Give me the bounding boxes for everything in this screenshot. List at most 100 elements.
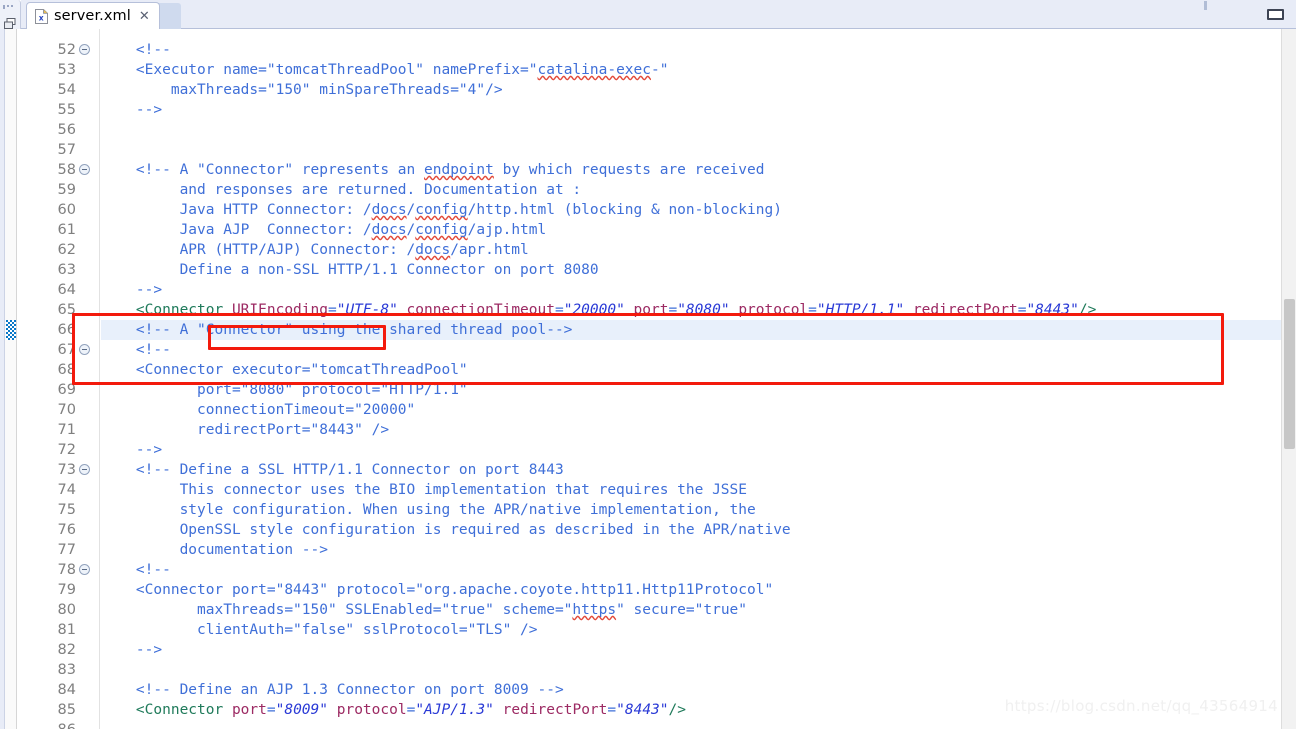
code-token: =: [668, 302, 678, 318]
code-line[interactable]: <!-- A "Connector" using the shared thre…: [101, 320, 1281, 340]
tab-close-icon[interactable]: ✕: [139, 10, 150, 23]
line-number: 83: [57, 662, 76, 678]
line-number: 72: [57, 442, 76, 458]
line-number: 65: [57, 302, 76, 318]
code-token: Define a non-SSL HTTP/1.1 Connector on p…: [101, 262, 599, 278]
code-token: -->: [101, 282, 163, 298]
code-token: <!-- A "Connector" represents an: [101, 162, 425, 178]
code-line[interactable]: documentation -->: [101, 540, 1281, 560]
code-line[interactable]: <!--: [101, 40, 1281, 60]
code-line[interactable]: -->: [101, 100, 1281, 120]
code-token: port: [624, 302, 669, 318]
code-line[interactable]: port="8080" protocol="HTTP/1.1": [101, 380, 1281, 400]
code-line[interactable]: This connector uses the BIO implementati…: [101, 480, 1281, 500]
code-line[interactable]: <!-- Define a SSL HTTP/1.1 Connector on …: [101, 460, 1281, 480]
line-number: 73: [57, 462, 76, 478]
code-token: "HTTP/1.1": [816, 302, 905, 318]
code-line[interactable]: OpenSSL style configuration is required …: [101, 520, 1281, 540]
fold-toggle-icon[interactable]: [79, 564, 90, 575]
code-token: "20000": [563, 302, 625, 318]
code-token: " secure="true": [616, 602, 748, 618]
line-number: 75: [57, 502, 76, 518]
svg-text:x: x: [39, 13, 44, 22]
line-number: 70: [57, 402, 76, 418]
code-token: Java AJP Connector: /: [101, 222, 372, 238]
line-number: 79: [57, 582, 76, 598]
code-line[interactable]: Java HTTP Connector: /docs/config/http.h…: [101, 200, 1281, 220]
vertical-scrollbar[interactable]: [1281, 29, 1296, 729]
code-token: =: [554, 302, 564, 318]
code-token: connectionTimeout="20000": [101, 402, 416, 418]
code-line[interactable]: clientAuth="false" sslProtocol="TLS" />: [101, 620, 1281, 640]
code-token: <!--: [101, 342, 171, 358]
line-number: 63: [57, 262, 76, 278]
code-line[interactable]: [101, 140, 1281, 160]
code-line[interactable]: <Connector port="8443" protocol="org.apa…: [101, 580, 1281, 600]
line-number: 86: [18, 720, 76, 729]
vertical-scrollbar-thumb[interactable]: [1284, 299, 1295, 449]
code-token: https: [572, 602, 617, 618]
code-line[interactable]: [101, 120, 1281, 140]
code-line[interactable]: [101, 720, 1281, 729]
code-line[interactable]: style configuration. When using the APR/…: [101, 500, 1281, 520]
code-token: -->: [101, 642, 163, 658]
code-line[interactable]: connectionTimeout="20000": [101, 400, 1281, 420]
line-number: 68: [57, 362, 76, 378]
code-token: clientAuth="false" sslProtocol="TLS" />: [101, 622, 538, 638]
code-token: =: [808, 302, 817, 318]
code-token: />: [1078, 302, 1097, 318]
code-token: redirectPort="8443" />: [101, 422, 390, 438]
line-number: 85: [57, 702, 76, 718]
code-token: <Connector port="8443" protocol="org.apa…: [101, 582, 774, 598]
code-token: <!-- A "Connector" using the shared thre…: [101, 322, 573, 338]
code-token: docs: [371, 202, 407, 218]
source-code-text[interactable]: <!-- <Executor name="tomcatThreadPool" n…: [101, 29, 1281, 729]
line-number: 60: [57, 202, 76, 218]
code-line[interactable]: <!--: [101, 560, 1281, 580]
restore-view-icon[interactable]: [1267, 9, 1284, 20]
code-line[interactable]: maxThreads="150" minSpareThreads="4"/>: [101, 80, 1281, 100]
fold-toggle-icon[interactable]: [79, 464, 90, 475]
fold-toggle-icon[interactable]: [79, 44, 90, 55]
line-number-gutter[interactable]: 52 53 54 55 56 57 58 59 60 61 62 63 64 65 66 67 68 69 70 71…: [18, 29, 100, 729]
code-token: =: [406, 702, 416, 718]
fold-toggle-icon[interactable]: [79, 344, 90, 355]
code-line[interactable]: maxThreads="150" SSLEnabled="true" schem…: [101, 600, 1281, 620]
line-number: 56: [57, 122, 76, 138]
code-line[interactable]: <Connector executor="tomcatThreadPool": [101, 360, 1281, 380]
code-token: Java HTTP Connector: /: [101, 202, 372, 218]
code-editor-area[interactable]: 52 53 54 55 56 57 58 59 60 61 62 63 64 65 66 67 68 69 70 71…: [0, 29, 1296, 729]
code-token: port: [223, 702, 267, 718]
line-number: 62: [57, 242, 76, 258]
code-token: maxThreads="150" SSLEnabled="true" schem…: [101, 602, 573, 618]
code-token: redirectPort: [493, 702, 608, 718]
line-number: 81: [57, 622, 76, 638]
code-line[interactable]: -->: [101, 280, 1281, 300]
code-token: /ajp.html: [467, 222, 547, 238]
code-line[interactable]: Define a non-SSL HTTP/1.1 Connector on p…: [101, 260, 1281, 280]
code-line[interactable]: -->: [101, 640, 1281, 660]
code-line[interactable]: <!-- A "Connector" represents an endpoin…: [101, 160, 1281, 180]
annotation-ruler[interactable]: [0, 29, 17, 729]
code-line[interactable]: <!--: [101, 340, 1281, 360]
ruler-edge: [0, 29, 5, 729]
code-token: config: [415, 222, 468, 238]
tabstrip-dots-icon: [1204, 1, 1248, 10]
drag-grip-icon[interactable]: [3, 5, 18, 9]
code-line[interactable]: redirectPort="8443" />: [101, 420, 1281, 440]
code-line[interactable]: -->: [101, 440, 1281, 460]
code-line[interactable]: Java AJP Connector: /docs/config/ajp.htm…: [101, 220, 1281, 240]
eclipse-xml-editor-window: x server.xml ✕ 52 53 54 55 56 57 58 59 60 61 62 63 6…: [0, 0, 1296, 729]
code-token: /: [406, 222, 416, 238]
fold-toggle-icon[interactable]: [79, 164, 90, 175]
code-line[interactable]: and responses are returned. Documentatio…: [101, 180, 1281, 200]
tab-server-xml[interactable]: x server.xml ✕: [26, 2, 160, 29]
code-token: port="8080" protocol="HTTP/1.1": [101, 382, 468, 398]
code-line[interactable]: APR (HTTP/AJP) Connector: /docs/apr.html: [101, 240, 1281, 260]
code-line[interactable]: <Connector URIEncoding="UTF-8" connectio…: [101, 300, 1281, 320]
code-token: =: [327, 302, 337, 318]
code-token: by which requests are received: [493, 162, 765, 178]
code-line[interactable]: <Executor name="tomcatThreadPool" namePr…: [101, 60, 1281, 80]
code-line[interactable]: [101, 660, 1281, 680]
code-token: "8443": [616, 702, 669, 718]
